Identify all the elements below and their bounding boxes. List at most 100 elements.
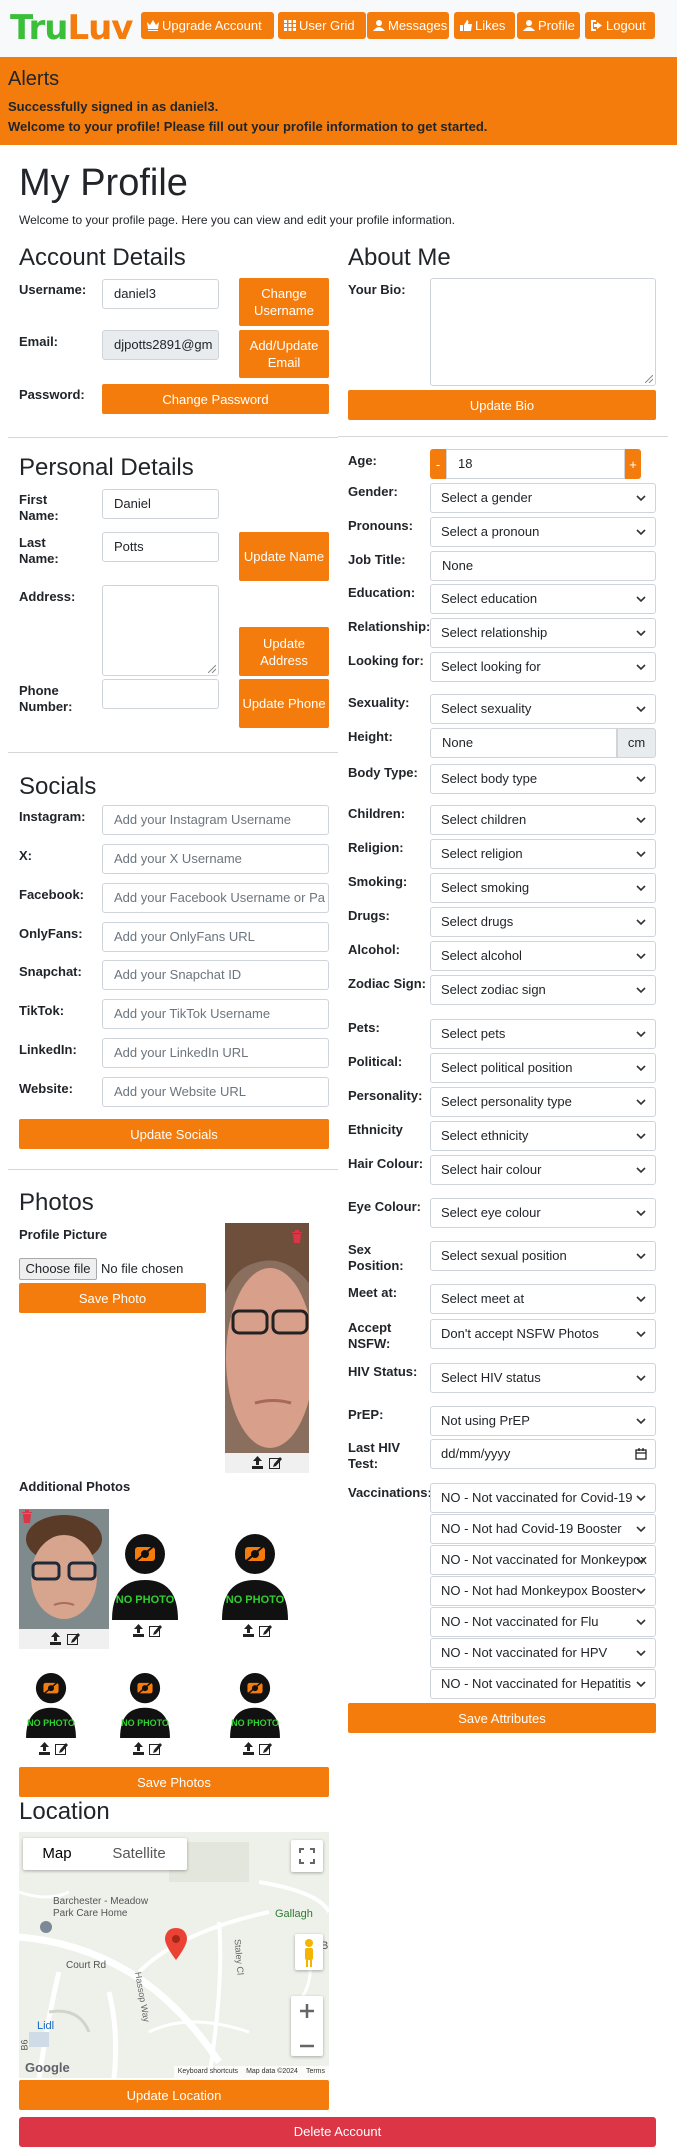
edit-icon[interactable]: [67, 1632, 80, 1645]
attribute-select[interactable]: Select a pronoun: [430, 517, 656, 547]
attribute-select[interactable]: Select drugs: [430, 907, 656, 937]
bio-textarea[interactable]: [430, 278, 656, 386]
nav-user-grid[interactable]: User Grid: [278, 12, 366, 39]
attribute-select[interactable]: Select meet at: [430, 1284, 656, 1314]
attribute-select[interactable]: Don't accept NSFW Photos: [430, 1319, 656, 1349]
satellite-tab[interactable]: Satellite: [91, 1838, 187, 1870]
trash-icon[interactable]: [291, 1229, 303, 1243]
upload-icon[interactable]: [49, 1632, 62, 1645]
save-photo-button[interactable]: Save Photo: [19, 1283, 206, 1313]
save-photos-button[interactable]: Save Photos: [19, 1767, 329, 1797]
update-bio-button[interactable]: Update Bio: [348, 390, 656, 420]
social-input[interactable]: Add your Website URL: [102, 1077, 329, 1107]
update-phone-button[interactable]: Update Phone: [239, 679, 329, 728]
upload-icon[interactable]: [251, 1456, 264, 1469]
social-input[interactable]: Add your Facebook Username or Pa: [102, 883, 329, 913]
upload-icon[interactable]: [132, 1742, 145, 1755]
address-textarea[interactable]: [102, 585, 219, 676]
nav-logout[interactable]: Logout: [585, 12, 655, 39]
attribute-select[interactable]: Select sexuality: [430, 694, 656, 724]
height-input[interactable]: None: [430, 728, 617, 758]
vaccination-select[interactable]: NO - Not vaccinated for Hepatitis: [430, 1669, 656, 1699]
vaccination-select[interactable]: NO - Not had Covid-19 Booster: [430, 1514, 656, 1544]
empty-photo-slot[interactable]: NO PHOTO: [108, 1530, 182, 1620]
edit-icon[interactable]: [149, 1742, 162, 1755]
change-username-button[interactable]: Change Username: [239, 278, 329, 326]
vaccination-select[interactable]: NO - Not had Monkeypox Booster: [430, 1576, 656, 1606]
additional-photo-1[interactable]: [19, 1509, 109, 1629]
social-input[interactable]: Add your LinkedIn URL: [102, 1038, 329, 1068]
nav-likes[interactable]: Likes: [454, 12, 515, 39]
resize-handle-icon[interactable]: [208, 665, 216, 673]
job-title-input[interactable]: None: [430, 551, 656, 581]
edit-icon[interactable]: [259, 1624, 272, 1637]
attribute-select[interactable]: Select religion: [430, 839, 656, 869]
edit-icon[interactable]: [269, 1456, 282, 1469]
nav-upgrade-account[interactable]: Upgrade Account: [141, 12, 274, 39]
vaccination-select[interactable]: NO - Not vaccinated for Monkeypox: [430, 1545, 656, 1575]
empty-photo-slot[interactable]: NO PHOTO: [117, 1670, 173, 1738]
attribute-select[interactable]: Select alcohol: [430, 941, 656, 971]
nav-messages[interactable]: Messages: [367, 12, 449, 39]
edit-icon[interactable]: [55, 1742, 68, 1755]
attribute-select[interactable]: Select political position: [430, 1053, 656, 1083]
age-decrement-button[interactable]: -: [430, 449, 446, 479]
attribute-select[interactable]: Select relationship: [430, 618, 656, 648]
zoom-in-icon[interactable]: [291, 1996, 323, 2026]
attribute-select[interactable]: Select personality type: [430, 1087, 656, 1117]
calendar-icon[interactable]: [635, 1448, 647, 1460]
attribute-select[interactable]: Not using PrEP: [430, 1406, 656, 1436]
fullscreen-button[interactable]: [291, 1840, 323, 1872]
social-input[interactable]: Add your Snapchat ID: [102, 960, 329, 990]
resize-handle-icon[interactable]: [645, 375, 653, 383]
street-view-pegman[interactable]: [295, 1934, 323, 1970]
update-name-button[interactable]: Update Name: [239, 532, 329, 581]
empty-photo-slot[interactable]: NO PHOTO: [227, 1670, 283, 1738]
attribute-select[interactable]: Select zodiac sign: [430, 975, 656, 1005]
upload-icon[interactable]: [242, 1624, 255, 1637]
delete-account-button[interactable]: Delete Account: [19, 2117, 656, 2147]
age-input[interactable]: 18: [446, 449, 625, 479]
attribute-select[interactable]: Select children: [430, 805, 656, 835]
age-increment-button[interactable]: +: [625, 449, 641, 479]
social-input[interactable]: Add your OnlyFans URL: [102, 922, 329, 952]
empty-photo-slot[interactable]: NO PHOTO: [218, 1530, 292, 1620]
edit-icon[interactable]: [259, 1742, 272, 1755]
last-hiv-test-date-input[interactable]: dd/mm/yyyy: [430, 1439, 656, 1469]
attribute-select[interactable]: Select looking for: [430, 652, 656, 682]
update-email-button[interactable]: Add/Update Email: [239, 330, 329, 378]
vaccination-select[interactable]: NO - Not vaccinated for Flu: [430, 1607, 656, 1637]
attribute-select[interactable]: Select a gender: [430, 483, 656, 513]
phone-number-input[interactable]: [102, 679, 219, 709]
attribute-select[interactable]: Select hair colour: [430, 1155, 656, 1185]
social-input[interactable]: Add your TikTok Username: [102, 999, 329, 1029]
map-marker-icon[interactable]: [165, 1928, 187, 1960]
map-tab[interactable]: Map: [23, 1838, 91, 1870]
attribute-select[interactable]: Select pets: [430, 1019, 656, 1049]
zoom-out-icon[interactable]: [291, 2031, 323, 2061]
truluv-logo[interactable]: TruLuv: [10, 8, 133, 48]
nav-profile[interactable]: Profile: [517, 12, 580, 39]
upload-icon[interactable]: [242, 1742, 255, 1755]
attribute-select[interactable]: Select HIV status: [430, 1363, 656, 1393]
username-input[interactable]: daniel3: [102, 279, 219, 309]
save-attributes-button[interactable]: Save Attributes: [348, 1703, 656, 1733]
upload-icon[interactable]: [132, 1624, 145, 1637]
edit-icon[interactable]: [149, 1624, 162, 1637]
first-name-input[interactable]: Daniel: [102, 489, 219, 519]
upload-icon[interactable]: [38, 1742, 51, 1755]
attribute-select[interactable]: Select education: [430, 584, 656, 614]
social-input[interactable]: Add your Instagram Username: [102, 805, 329, 835]
update-address-button[interactable]: Update Address: [239, 627, 329, 676]
last-name-input[interactable]: Potts: [102, 532, 219, 562]
attribute-select[interactable]: Select sexual position: [430, 1241, 656, 1271]
email-input[interactable]: djpotts2891@gm: [102, 330, 219, 360]
vaccination-select[interactable]: NO - Not vaccinated for HPV: [430, 1638, 656, 1668]
trash-icon[interactable]: [21, 1509, 33, 1523]
empty-photo-slot[interactable]: NO PHOTO: [23, 1670, 79, 1738]
change-password-button[interactable]: Change Password: [102, 384, 329, 414]
profile-photo[interactable]: [225, 1223, 309, 1453]
attribute-select[interactable]: Select ethnicity: [430, 1121, 656, 1151]
vaccination-select[interactable]: NO - Not vaccinated for Covid-19: [430, 1483, 656, 1513]
social-input[interactable]: Add your X Username: [102, 844, 329, 874]
